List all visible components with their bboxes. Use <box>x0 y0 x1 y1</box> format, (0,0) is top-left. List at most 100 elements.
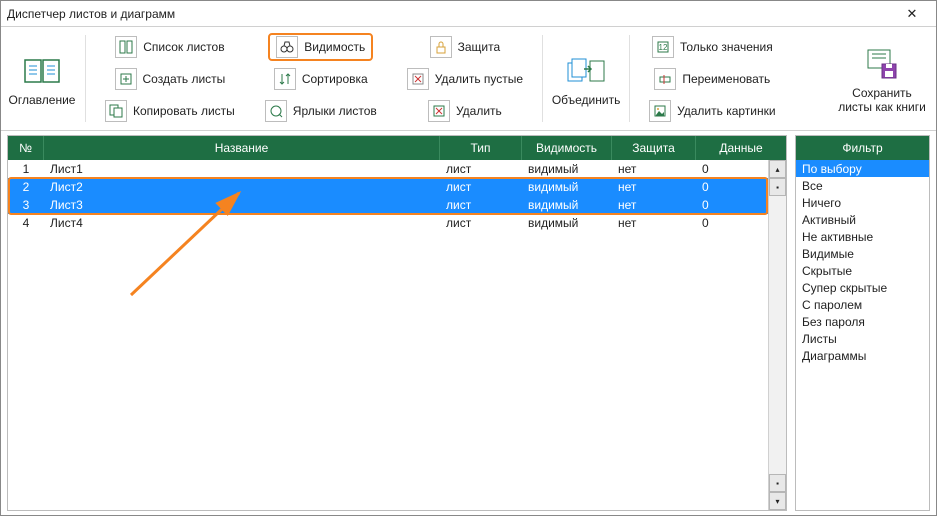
cell-n: 3 <box>8 198 44 212</box>
close-button[interactable]: ✕ <box>894 2 930 26</box>
filter-panel: Фильтр По выборуВсеНичегоАктивныйНе акти… <box>795 135 930 511</box>
filter-item[interactable]: Не активные <box>796 228 929 245</box>
delete-images-label: Удалить картинки <box>677 104 776 118</box>
table-row[interactable]: 4Лист4листвидимыйнет0 <box>8 214 786 232</box>
scroll-line-down-icon[interactable]: ▪ <box>769 474 786 492</box>
th-type[interactable]: Тип <box>440 136 522 160</box>
window: Диспетчер листов и диаграмм ✕ Оглавление… <box>0 0 937 516</box>
cell-name: Лист2 <box>44 180 440 194</box>
delete-button[interactable]: Удалить <box>421 97 509 125</box>
content: № Название Тип Видимость Защита Данные 1… <box>1 131 936 515</box>
ribbon-merge[interactable]: Объединить <box>551 29 621 128</box>
ribbon-sep <box>629 35 630 122</box>
values-icon: 12 <box>652 36 674 58</box>
delete-empty-icon <box>407 68 429 90</box>
table-row[interactable]: 1Лист1листвидимыйнет0 <box>8 160 786 178</box>
tabs-icon <box>265 100 287 122</box>
cell-type: лист <box>440 180 522 194</box>
lock-icon <box>430 36 452 58</box>
filter-item[interactable]: Все <box>796 177 929 194</box>
th-number[interactable]: № <box>8 136 44 160</box>
save-icon <box>860 44 904 84</box>
cell-name: Лист1 <box>44 162 440 176</box>
scroll-line-up-icon[interactable]: ▪ <box>769 178 786 196</box>
tabs-button[interactable]: Ярлыки листов <box>258 97 384 125</box>
cell-n: 4 <box>8 216 44 230</box>
copy-sheets-label: Копировать листы <box>133 104 235 118</box>
list-sheets-button[interactable]: Список листов <box>108 33 231 61</box>
create-icon <box>115 68 137 90</box>
ribbon-group-protect: Защита Удалить пустые Удалить <box>396 29 534 128</box>
ribbon-save[interactable]: Сохранить листы как книги <box>834 29 930 128</box>
ribbon-group-view: Видимость Сортировка Ярлыки листов <box>254 29 388 128</box>
cell-prot: нет <box>612 162 696 176</box>
cell-vis: видимый <box>522 216 612 230</box>
th-protection[interactable]: Защита <box>612 136 696 160</box>
copy-sheets-button[interactable]: Копировать листы <box>98 97 242 125</box>
filter-item[interactable]: Супер скрытые <box>796 279 929 296</box>
copy-icon <box>105 100 127 122</box>
cell-n: 2 <box>8 180 44 194</box>
rename-icon <box>654 68 676 90</box>
th-name[interactable]: Название <box>44 136 440 160</box>
ribbon-toc[interactable]: Оглавление <box>7 29 77 128</box>
filter-item[interactable]: Листы <box>796 330 929 347</box>
ribbon-sep <box>542 35 543 122</box>
cell-prot: нет <box>612 198 696 212</box>
filter-item[interactable]: Скрытые <box>796 262 929 279</box>
filter-item[interactable]: С паролем <box>796 296 929 313</box>
values-only-label: Только значения <box>680 40 773 54</box>
th-data[interactable]: Данные <box>696 136 786 160</box>
cell-prot: нет <box>612 180 696 194</box>
list-sheets-label: Список листов <box>143 40 224 54</box>
sort-label: Сортировка <box>302 72 368 86</box>
cell-type: лист <box>440 198 522 212</box>
values-only-button[interactable]: 12 Только значения <box>645 33 780 61</box>
visibility-button[interactable]: Видимость <box>268 33 373 61</box>
ribbon-merge-label: Объединить <box>552 93 621 107</box>
ribbon-save-label: Сохранить листы как книги <box>838 86 926 114</box>
filter-item[interactable]: Активный <box>796 211 929 228</box>
delete-empty-button[interactable]: Удалить пустые <box>400 65 530 93</box>
scroll-up-icon[interactable]: ▴ <box>769 160 786 178</box>
sort-icon <box>274 68 296 90</box>
table-header: № Название Тип Видимость Защита Данные <box>8 136 786 160</box>
book-icon <box>20 51 64 91</box>
vertical-scrollbar[interactable]: ▴ ▪ ▪ ▾ <box>768 160 786 510</box>
cell-type: лист <box>440 216 522 230</box>
delete-icon <box>428 100 450 122</box>
table-body[interactable]: 1Лист1листвидимыйнет02Лист2листвидимыйне… <box>8 160 786 510</box>
ribbon-toc-label: Оглавление <box>9 93 76 107</box>
ribbon-group-misc: 12 Только значения Переименовать Удалить… <box>638 29 787 128</box>
filter-list[interactable]: По выборуВсеНичегоАктивныйНе активныеВид… <box>796 160 929 510</box>
table-row[interactable]: 3Лист3листвидимыйнет0 <box>8 196 786 214</box>
protect-button[interactable]: Защита <box>423 33 508 61</box>
ribbon-sep <box>85 35 86 122</box>
filter-item[interactable]: Без пароля <box>796 313 929 330</box>
scroll-track[interactable] <box>769 196 786 474</box>
rename-button[interactable]: Переименовать <box>647 65 777 93</box>
sheet-table: № Название Тип Видимость Защита Данные 1… <box>7 135 787 511</box>
create-sheets-button[interactable]: Создать листы <box>108 65 233 93</box>
filter-item[interactable]: Видимые <box>796 245 929 262</box>
sort-button[interactable]: Сортировка <box>267 65 375 93</box>
cell-prot: нет <box>612 216 696 230</box>
cell-name: Лист4 <box>44 216 440 230</box>
svg-text:12: 12 <box>659 43 668 52</box>
filter-item[interactable]: Диаграммы <box>796 347 929 364</box>
scroll-down-icon[interactable]: ▾ <box>769 492 786 510</box>
create-sheets-label: Создать листы <box>143 72 226 86</box>
cell-vis: видимый <box>522 162 612 176</box>
titlebar: Диспетчер листов и диаграмм ✕ <box>1 1 936 27</box>
th-visibility[interactable]: Видимость <box>522 136 612 160</box>
filter-item[interactable]: По выбору <box>796 160 929 177</box>
merge-icon <box>564 51 608 91</box>
table-row[interactable]: 2Лист2листвидимыйнет0 <box>8 178 786 196</box>
filter-item[interactable]: Ничего <box>796 194 929 211</box>
image-icon <box>649 100 671 122</box>
cell-name: Лист3 <box>44 198 440 212</box>
delete-images-button[interactable]: Удалить картинки <box>642 97 783 125</box>
rename-label: Переименовать <box>682 72 770 86</box>
filter-header: Фильтр <box>796 136 929 160</box>
binoculars-icon <box>276 36 298 58</box>
